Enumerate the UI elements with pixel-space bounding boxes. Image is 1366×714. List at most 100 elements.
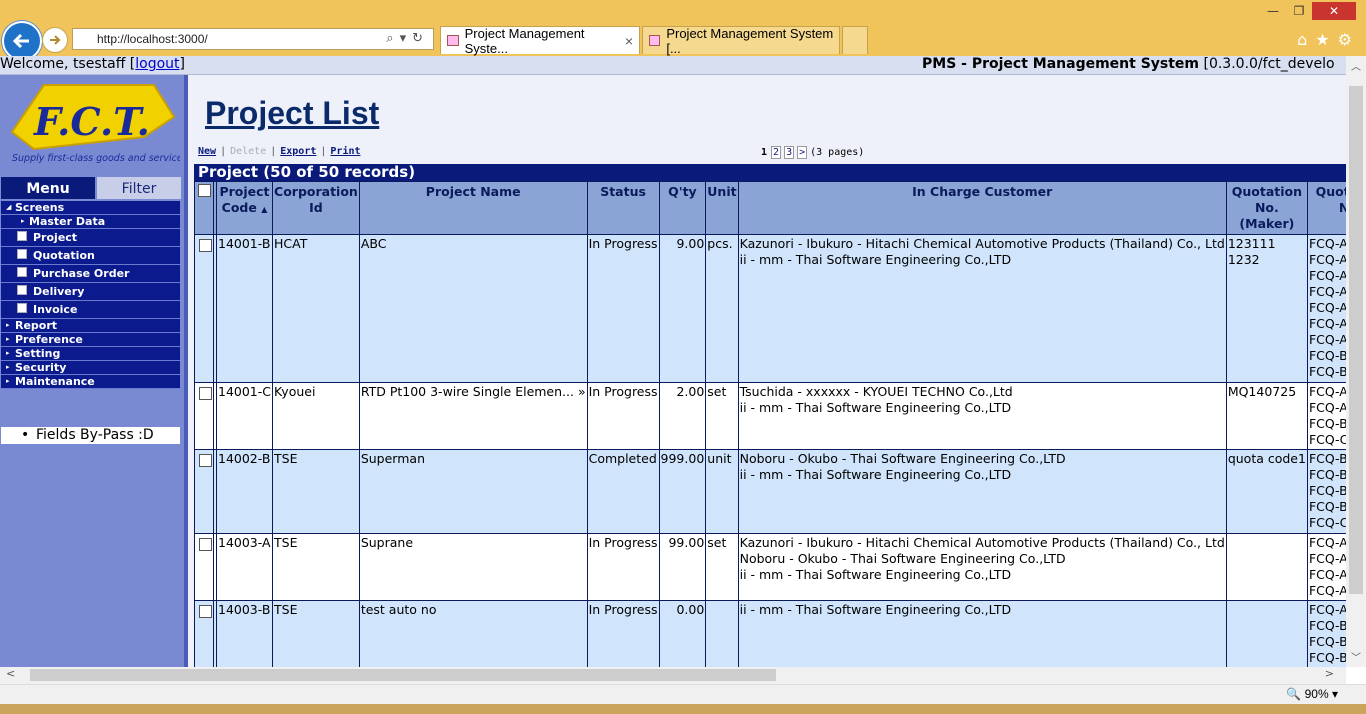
expand-arrow-icon: ▸ — [21, 217, 25, 225]
quotation-line[interactable]: FCQ-B-14010 — [1309, 499, 1346, 515]
logout-link[interactable]: logout — [135, 56, 179, 72]
address-bar-icons[interactable]: ⌕▾↻ — [386, 31, 429, 46]
page-link-3[interactable]: 3 — [784, 146, 795, 159]
new-link[interactable]: New — [198, 146, 216, 157]
table-row[interactable]: 14001-C Kyouei RTD Pt100 3-wire Single Ele… — [194, 382, 1346, 450]
row-checkbox[interactable] — [199, 454, 212, 467]
menu-item-report[interactable]: ▸ Report — [1, 319, 180, 333]
quotation-line[interactable]: FCQ-B-14009 — [1309, 348, 1346, 364]
col-status[interactable]: Status — [586, 181, 660, 235]
col-project-code[interactable]: Project Code ▲ — [215, 181, 274, 235]
col-in-charge-customer[interactable]: In Charge Customer — [737, 181, 1227, 235]
quotation-line[interactable]: FCQ-A-16019 — [1309, 332, 1346, 348]
table-header-row: Project Code ▲ Corporation Id Project Na… — [194, 181, 1346, 235]
quotation-line[interactable]: FCQ-A-14014 — [1309, 551, 1346, 567]
select-all-checkbox[interactable] — [197, 184, 211, 197]
menu-item-project[interactable]: Project — [1, 229, 180, 247]
quotation-line[interactable]: FCQ-A-16009 — [1309, 284, 1346, 300]
fields-bypass-item[interactable]: Fields By-Pass :D — [1, 427, 180, 444]
quotation-line[interactable]: FCQ-B-16014 — [1309, 634, 1346, 650]
scroll-left-icon[interactable]: < — [6, 667, 15, 680]
menu-item-maintenance[interactable]: ▸ Maintenance — [1, 375, 180, 389]
row-checkbox[interactable] — [199, 605, 212, 618]
scroll-right-icon[interactable]: > — [1325, 667, 1334, 680]
table-row[interactable]: 14002-B TSE Superman Completed 999.00 unit Nob… — [194, 449, 1346, 534]
table-row[interactable]: 14003-A TSE Suprane In Progress 99.00 set Kazu… — [194, 533, 1346, 601]
minimize-icon[interactable]: — — [1260, 2, 1286, 20]
col-quotation-no[interactable]: Quotation No. — [1306, 181, 1346, 235]
quotation-line[interactable]: FCQ-A-16005 — [1309, 252, 1346, 268]
close-tab-icon[interactable]: × — [625, 33, 633, 49]
home-icon[interactable]: ⌂ — [1297, 30, 1315, 49]
row-checkbox[interactable] — [199, 387, 212, 400]
horizontal-scroll-thumb[interactable] — [30, 669, 776, 681]
project-code-cell: 14003-B — [215, 600, 274, 667]
menu-item-screens[interactable]: ◢ Screens — [1, 201, 180, 215]
quotation-line[interactable]: FCQ-C-14001 — [1309, 432, 1346, 448]
row-checkbox[interactable] — [199, 239, 212, 252]
col-unit[interactable]: Unit — [705, 181, 739, 235]
qty-cell: 99.00 — [658, 533, 707, 601]
quotation-line[interactable]: FCQ-B-14011 — [1309, 618, 1346, 634]
col-qty[interactable]: Q'ty — [658, 181, 707, 235]
quotation-line[interactable]: FCQ-B-16017 — [1309, 416, 1346, 432]
menu-item-quotation[interactable]: Quotation — [1, 247, 180, 265]
quotation-line[interactable]: FCQ-A-16008 — [1309, 268, 1346, 284]
quotation-line[interactable]: FCQ-B-14006 — [1309, 467, 1346, 483]
quotation-line[interactable]: FCQ-C-16001 — [1309, 515, 1346, 531]
quotation-line[interactable]: FCQ-A-16004 — [1309, 236, 1346, 252]
zoom-control[interactable]: 🔍 90% ▾ — [1286, 687, 1338, 701]
menu-item-purchase-order[interactable]: Purchase Order — [1, 265, 180, 283]
quotation-line[interactable]: FCQ-B-16019 — [1309, 650, 1346, 666]
new-tab-button[interactable] — [842, 26, 868, 54]
export-link[interactable]: Export — [280, 146, 316, 157]
menu-item-preference[interactable]: ▸ Preference — [1, 333, 180, 347]
quotation-line[interactable]: FCQ-B-14007 — [1309, 483, 1346, 499]
horizontal-scrollbar[interactable]: < > — [0, 667, 1346, 684]
quotation-line[interactable]: FCQ-A-16021 — [1309, 400, 1346, 416]
forward-button[interactable] — [42, 27, 68, 53]
tab-inactive[interactable]: Project Management System [... — [642, 26, 840, 56]
quotation-line[interactable]: FCQ-A-14016 — [1309, 567, 1346, 583]
table-row[interactable]: 14003-B TSE test auto no In Progress 0.00 ii … — [194, 600, 1346, 667]
unit-cell: pcs. — [705, 234, 739, 383]
quotation-line[interactable]: FCQ-A-16018 — [1309, 316, 1346, 332]
table-row[interactable]: 14001-B HCAT ABC In Progress 9.00 pcs. Kazunor… — [194, 234, 1346, 383]
quotation-line[interactable]: FCQ-A-16020 — [1309, 602, 1346, 618]
quotation-line[interactable]: FCQ-B-14005 — [1309, 451, 1346, 467]
row-checkbox[interactable] — [199, 538, 212, 551]
welcome-prefix: Welcome, tsestaff [ — [0, 56, 136, 72]
restore-icon[interactable]: ❐ — [1286, 2, 1312, 20]
back-button[interactable] — [2, 21, 42, 61]
tab-filter[interactable]: Filter — [97, 177, 181, 199]
menu-item-security[interactable]: ▸ Security — [1, 361, 180, 375]
quotation-line[interactable]: FCQ-B-16001 — [1309, 364, 1346, 380]
quotation-line[interactable]: FCQ-A-16012 — [1309, 384, 1346, 400]
menu-item-master-data[interactable]: ▸ Master Data — [1, 215, 180, 229]
favorites-star-icon[interactable]: ★ — [1315, 30, 1337, 49]
close-window-icon[interactable]: ✕ — [1312, 2, 1356, 20]
menu-item-invoice[interactable]: Invoice — [1, 301, 180, 319]
customer-line: ii - mm - Thai Software Engineering Co.,… — [739, 602, 1012, 617]
scroll-up-icon[interactable]: ︿ — [1346, 58, 1366, 74]
scroll-down-icon[interactable]: ﹀ — [1346, 649, 1366, 665]
menu-item-delivery[interactable]: Delivery — [1, 283, 180, 301]
tab-menu[interactable]: Menu — [1, 177, 95, 199]
quotation-line[interactable]: FCQ-A-16017 — [1309, 300, 1346, 316]
customer-line: Kazunori - Ibukuro - Hitachi Chemical Au… — [739, 535, 1225, 550]
settings-gear-icon[interactable]: ⚙ — [1338, 30, 1360, 49]
menu-item-setting[interactable]: ▸ Setting — [1, 347, 180, 361]
col-quotation-maker[interactable]: Quotation No. (Maker) — [1225, 181, 1308, 235]
vertical-scroll-thumb[interactable] — [1349, 86, 1363, 594]
status-cell: In Progress — [586, 600, 660, 667]
col-corporation-id[interactable]: Corporation Id — [272, 181, 360, 235]
page-link-2[interactable]: 2 — [771, 146, 782, 159]
quotation-line[interactable]: FCQ-A-14007 — [1309, 535, 1346, 551]
quotation-line[interactable]: FCQ-A-16001 — [1309, 583, 1346, 599]
address-bar[interactable]: http://localhost:3000/ ⌕▾↻ — [72, 28, 434, 50]
tab-active[interactable]: Project Management Syste... × — [440, 26, 640, 56]
next-page-link[interactable]: > — [797, 146, 808, 159]
vertical-scrollbar[interactable]: ︿ ﹀ — [1346, 56, 1366, 667]
print-link[interactable]: Print — [330, 146, 360, 157]
col-project-name[interactable]: Project Name — [358, 181, 588, 235]
